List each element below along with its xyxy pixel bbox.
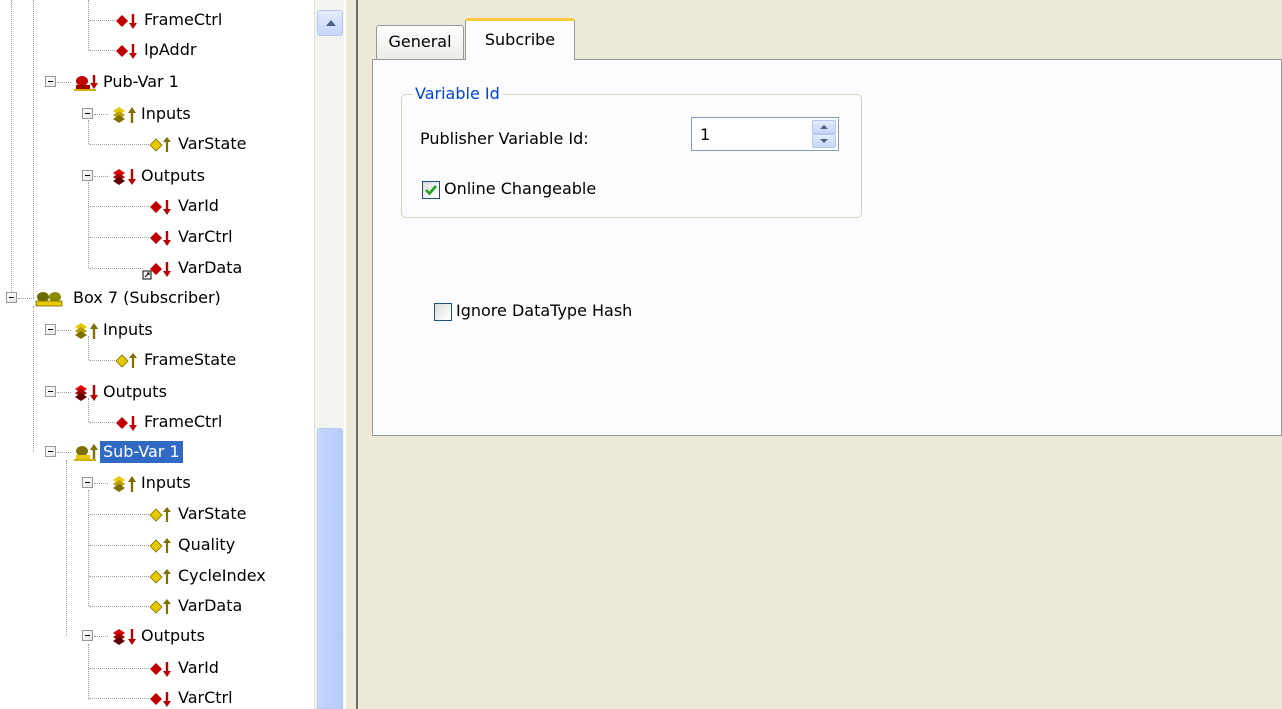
outputs-folder-icon <box>72 383 100 407</box>
tree-node-label: Outputs <box>141 626 205 645</box>
collapse-toggle[interactable] <box>45 324 56 335</box>
tree-node[interactable]: Inputs <box>70 318 156 342</box>
outputs-folder-icon <box>110 167 138 191</box>
output-var-icon <box>114 414 138 436</box>
input-var-icon <box>148 598 172 620</box>
inputs-folder-icon <box>72 321 100 345</box>
tree-node-label: Quality <box>178 535 236 554</box>
variable-id-group: Variable Id Publisher Variable Id: 1 Onl… <box>401 84 862 218</box>
tree-node-label: IpAddr <box>144 40 197 59</box>
publisher-variable-id-value[interactable]: 1 <box>700 125 710 144</box>
inputs-folder-icon <box>110 474 138 498</box>
tree-node-label: Inputs <box>141 104 191 123</box>
tab-panel-subscribe: Variable Id Publisher Variable Id: 1 Onl… <box>372 59 1282 436</box>
collapse-toggle[interactable] <box>82 477 93 488</box>
pane-splitter[interactable] <box>344 0 358 709</box>
tree-node-label: Outputs <box>103 382 167 401</box>
vertical-scrollbar[interactable] <box>314 0 344 709</box>
spin-up-button[interactable] <box>812 120 836 134</box>
tree-node[interactable]: Outputs <box>108 164 208 188</box>
output-var-icon <box>114 42 138 64</box>
ignore-datatype-hash-checkbox[interactable] <box>434 303 452 321</box>
tree-node-label: VarCtrl <box>178 688 233 707</box>
tree-node[interactable]: Outputs <box>108 624 208 648</box>
tree-node[interactable]: Box 7 (Subscriber) <box>32 286 224 310</box>
tree-node[interactable]: FrameState <box>94 348 239 372</box>
check-mark-icon <box>425 185 437 196</box>
output-var-icon <box>148 690 172 709</box>
tree-node-label: Box 7 (Subscriber) <box>73 288 221 307</box>
tree-view[interactable]: FrameCtrl IpAddr Pub-Var 1 Inputs VarSta… <box>0 0 314 709</box>
online-changeable-label[interactable]: Online Changeable <box>444 179 596 198</box>
collapse-toggle[interactable] <box>6 292 17 303</box>
output-var-linked-icon <box>142 260 172 284</box>
outputs-folder-icon <box>110 627 138 651</box>
tab-subscribe[interactable]: Subcribe <box>465 18 575 60</box>
output-var-icon <box>148 660 172 682</box>
publisher-variable-id-spinbox[interactable]: 1 <box>691 117 839 151</box>
tree-node-label: Pub-Var 1 <box>103 72 179 91</box>
tree-node-selected[interactable]: Sub-Var 1 <box>70 440 183 464</box>
tree-node[interactable]: Inputs <box>108 102 194 126</box>
group-title: Variable Id <box>412 84 503 104</box>
input-var-icon <box>114 352 138 374</box>
inputs-folder-icon <box>110 105 138 129</box>
tree-node-label: Inputs <box>141 473 191 492</box>
collapse-toggle[interactable] <box>82 170 93 181</box>
publisher-variable-id-label: Publisher Variable Id: <box>420 129 589 148</box>
spin-down-button[interactable] <box>812 134 836 148</box>
tree-node-label: Inputs <box>103 320 153 339</box>
spin-control[interactable] <box>812 120 836 148</box>
tree-node-label: VarData <box>178 596 243 615</box>
tree-node[interactable]: Outputs <box>70 380 170 404</box>
ignore-datatype-hash-label[interactable]: Ignore DataType Hash <box>456 301 632 320</box>
collapse-toggle[interactable] <box>45 76 56 87</box>
tab-general[interactable]: General <box>376 25 464 59</box>
publisher-var-icon <box>72 73 100 97</box>
tree-node[interactable]: Pub-Var 1 <box>70 70 182 94</box>
collapse-toggle[interactable] <box>82 108 93 119</box>
tree-node-label: VarData <box>178 258 243 277</box>
tree-node-label: CycleIndex <box>178 566 266 585</box>
output-var-icon <box>148 229 172 251</box>
tree-node-label: VarState <box>178 504 247 523</box>
tree-node[interactable]: VarData <box>128 256 245 280</box>
tree-node-label: VarId <box>178 196 219 215</box>
scroll-up-button[interactable] <box>317 10 343 36</box>
box-subscriber-icon <box>34 289 66 313</box>
tree-node-label: FrameState <box>144 350 237 369</box>
input-var-icon <box>148 537 172 559</box>
tree-node-label: VarCtrl <box>178 227 233 246</box>
collapse-toggle[interactable] <box>45 446 56 457</box>
input-var-icon <box>148 506 172 528</box>
tree-node-label: Outputs <box>141 166 205 185</box>
input-var-icon <box>148 136 172 158</box>
tree-node-label: VarState <box>178 134 247 153</box>
tree-node-label: VarId <box>178 658 219 677</box>
collapse-toggle[interactable] <box>82 630 93 641</box>
properties-pane: General Subcribe Variable Id Publisher V… <box>358 0 1282 709</box>
output-var-icon <box>114 12 138 34</box>
tree-node-label: FrameCtrl <box>144 412 223 431</box>
scrollbar-thumb[interactable] <box>317 428 343 709</box>
tree-node-label: Sub-Var 1 <box>100 441 183 463</box>
collapse-toggle[interactable] <box>45 386 56 397</box>
tree-node[interactable]: CycleIndex <box>128 564 269 588</box>
tree-node-label: FrameCtrl <box>144 10 223 29</box>
online-changeable-checkbox[interactable] <box>422 181 440 199</box>
subscriber-var-icon <box>72 443 100 467</box>
input-var-icon <box>148 568 172 590</box>
tree-node[interactable]: Inputs <box>108 471 194 495</box>
output-var-icon <box>148 198 172 220</box>
